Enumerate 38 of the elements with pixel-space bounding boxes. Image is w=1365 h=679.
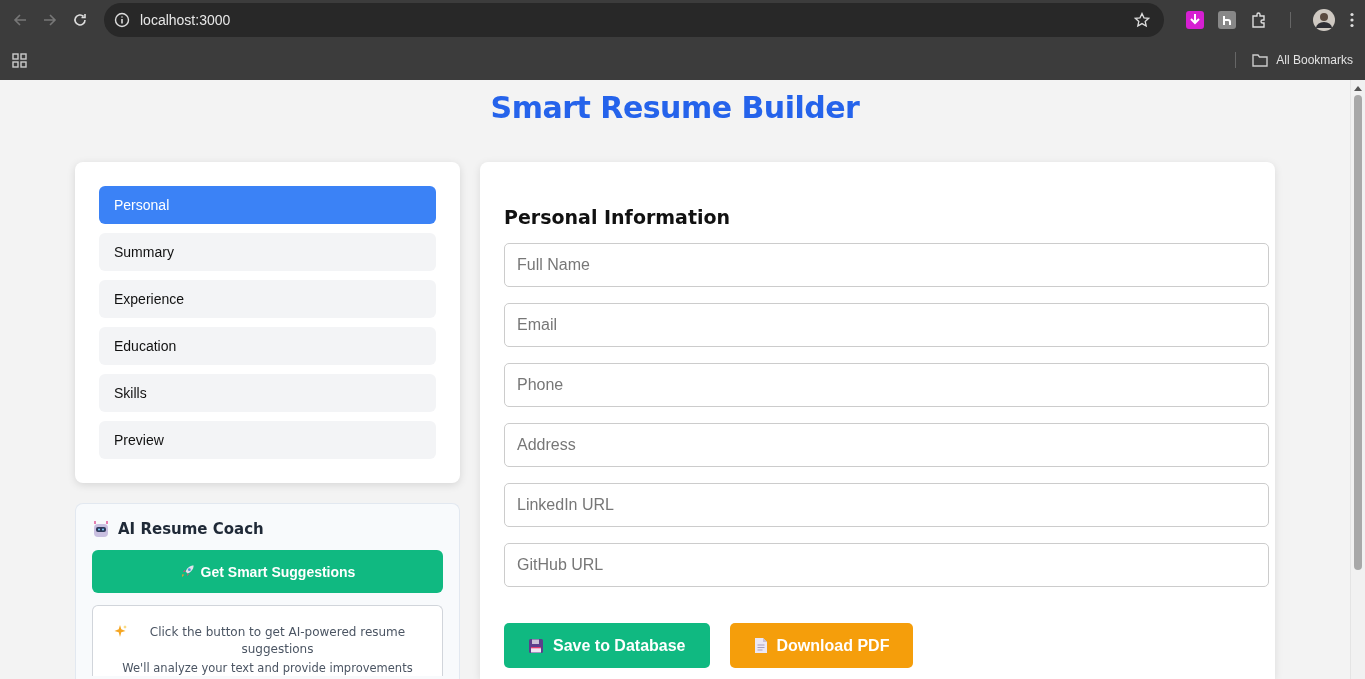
nav-tab[interactable]: Education [99, 327, 436, 365]
nav-tab[interactable]: Summary [99, 233, 436, 271]
puzzle-icon[interactable] [1250, 11, 1268, 29]
back-icon[interactable] [12, 12, 28, 28]
input-field[interactable]: Full Name [504, 243, 1269, 287]
folder-icon[interactable] [1252, 53, 1269, 67]
address-bar[interactable]: localhost:3000 [104, 3, 1164, 37]
nav-tab[interactable]: Preview [99, 421, 436, 459]
sparkles-icon [113, 624, 127, 638]
input-field[interactable]: Email [504, 303, 1269, 347]
download-extension-icon[interactable] [1186, 11, 1204, 29]
reload-icon[interactable] [72, 12, 88, 28]
hint-text: Click the button to get AI-powered resume suggestions [148, 624, 407, 658]
input-field[interactable]: Phone [504, 363, 1269, 407]
note-text: We'll analyze your text and provide improvements [121, 660, 414, 676]
page-title: Smart Resume Builder [490, 90, 860, 127]
apps-icon[interactable] [12, 52, 27, 68]
input-field[interactable]: GitHub URL [504, 543, 1269, 587]
bookmarks-label[interactable]: All Bookmarks [1276, 53, 1353, 67]
section-heading: Personal Information [504, 206, 732, 228]
coach-title: AI Resume Coach [118, 520, 264, 538]
forward-icon[interactable] [42, 12, 58, 28]
menu-icon[interactable] [1349, 12, 1355, 28]
scroll-up-icon[interactable] [1354, 85, 1362, 91]
nav-tab[interactable]: Skills [99, 374, 436, 412]
rocket-icon [179, 564, 195, 579]
scrollbar-thumb[interactable] [1354, 95, 1362, 570]
input-field[interactable]: Address [504, 423, 1269, 467]
document-icon [753, 637, 768, 654]
input-field[interactable]: LinkedIn URL [504, 483, 1269, 527]
scrollbar[interactable] [1350, 80, 1365, 679]
nav-tab[interactable]: Personal [99, 186, 436, 224]
extension-icon[interactable] [1218, 11, 1236, 29]
nav-tab[interactable]: Experience [99, 280, 436, 318]
robot-icon [92, 520, 110, 538]
star-icon[interactable] [1134, 12, 1150, 28]
info-icon[interactable] [114, 12, 130, 28]
avatar-icon[interactable] [1313, 9, 1335, 31]
